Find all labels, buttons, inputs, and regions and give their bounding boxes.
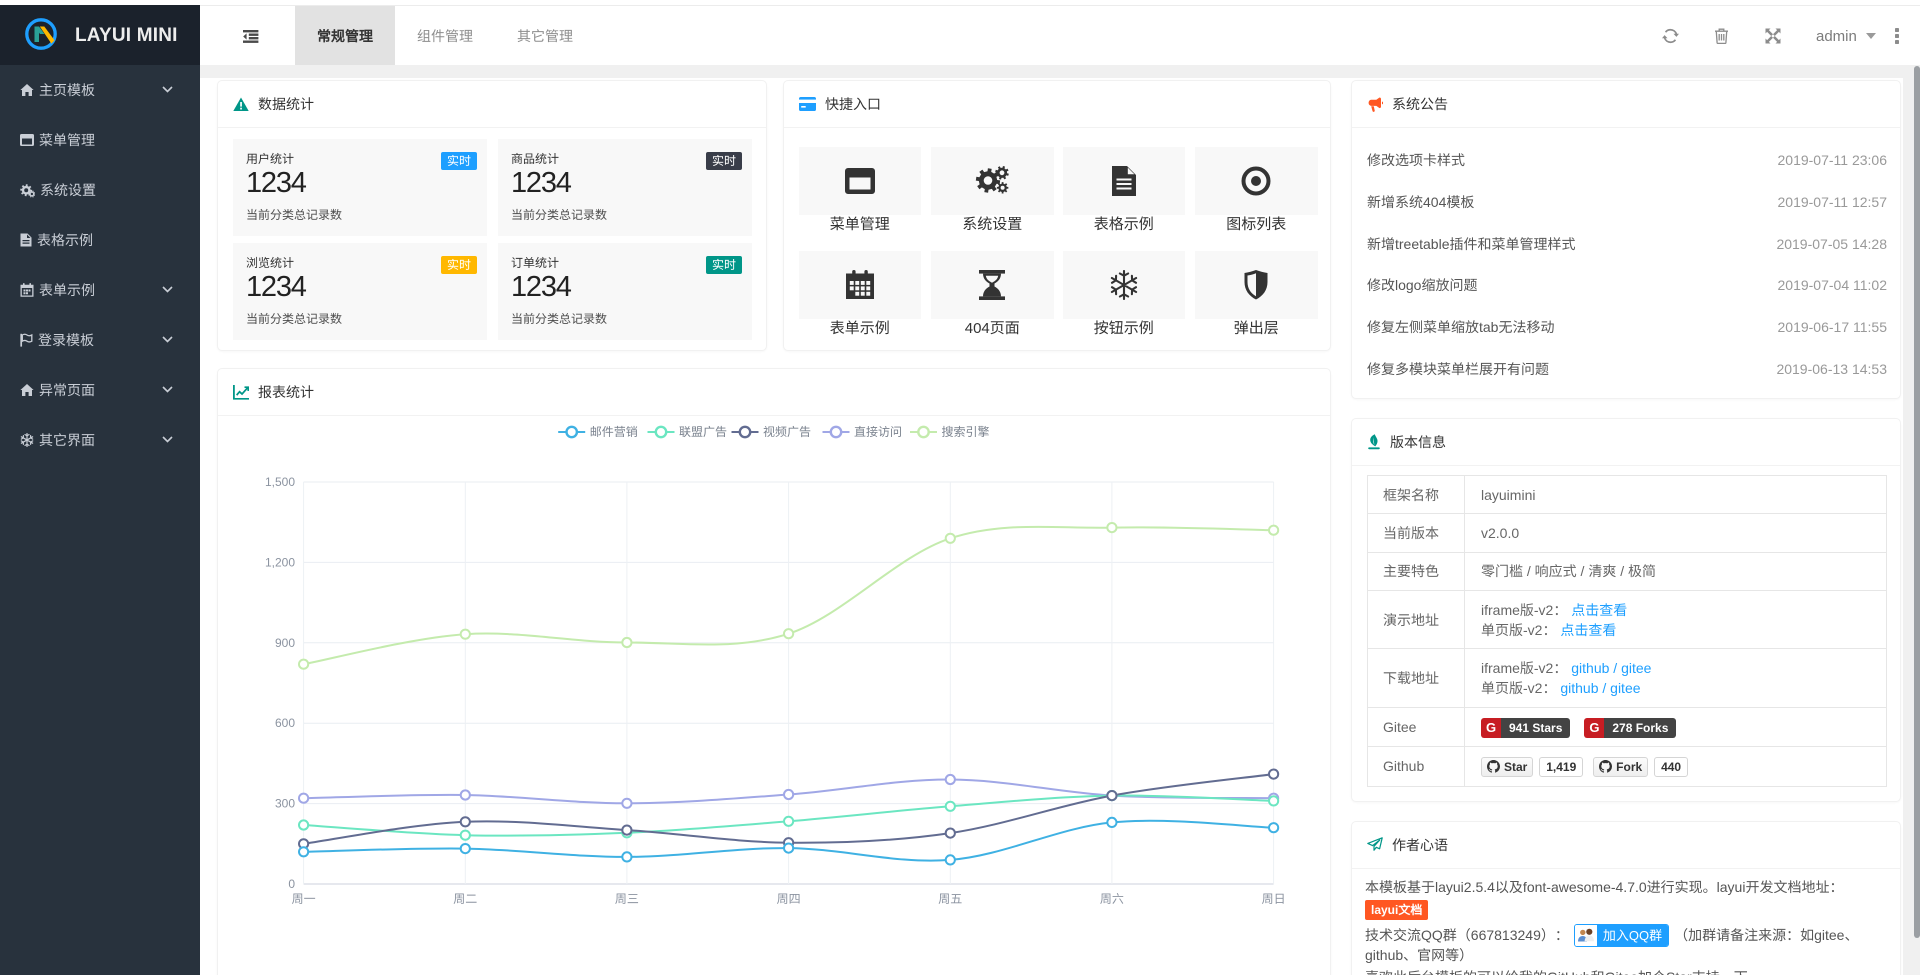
svg-text:0: 0 xyxy=(288,877,295,891)
svg-text:1,200: 1,200 xyxy=(265,555,295,569)
svg-text:搜索引擎: 搜索引擎 xyxy=(942,425,990,439)
svg-text:600: 600 xyxy=(275,716,295,730)
svg-text:周日: 周日 xyxy=(1262,892,1286,906)
svg-text:周五: 周五 xyxy=(938,892,962,906)
svg-text:周六: 周六 xyxy=(1100,892,1124,906)
svg-text:1,500: 1,500 xyxy=(265,475,295,489)
svg-text:邮件营销: 邮件营销 xyxy=(590,425,638,439)
svg-text:900: 900 xyxy=(275,636,295,650)
svg-text:周一: 周一 xyxy=(292,892,316,906)
svg-text:周四: 周四 xyxy=(777,892,801,906)
svg-text:300: 300 xyxy=(275,797,295,811)
svg-text:视频广告: 视频广告 xyxy=(763,425,811,439)
svg-text:联盟广告: 联盟广告 xyxy=(679,425,727,439)
svg-text:周二: 周二 xyxy=(453,892,477,906)
svg-text:直接访问: 直接访问 xyxy=(854,425,902,439)
svg-text:周三: 周三 xyxy=(615,892,639,906)
